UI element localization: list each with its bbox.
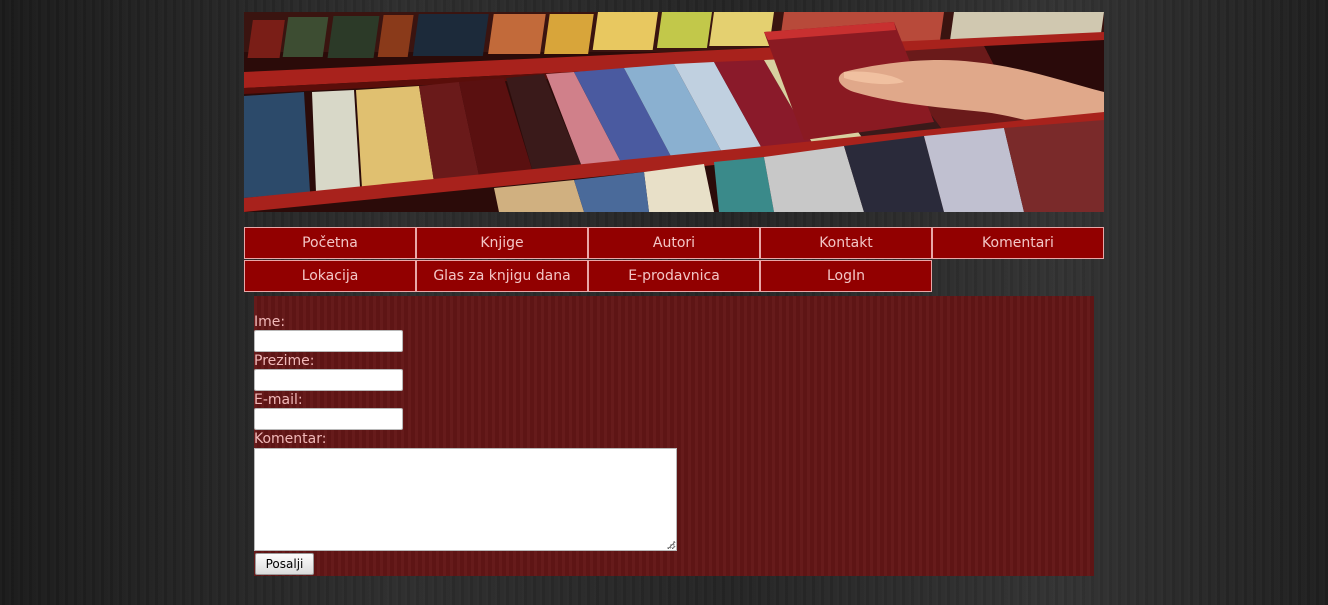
email-label: E-mail: [254, 392, 303, 408]
name-input[interactable] [254, 330, 403, 352]
comment-textarea[interactable] [254, 448, 677, 551]
email-input[interactable] [254, 408, 403, 430]
surname-input[interactable] [254, 369, 403, 391]
header-banner-image [244, 12, 1104, 212]
nav-item-komentari[interactable]: Komentari [932, 227, 1104, 259]
comment-label: Komentar: [254, 431, 327, 447]
nav-item-e-prodavnica[interactable]: E-prodavnica [588, 260, 760, 292]
name-label: Ime: [254, 314, 286, 330]
submit-button[interactable]: Posalji [255, 553, 314, 575]
surname-label: Prezime: [254, 353, 315, 369]
nav-item-lokacija[interactable]: Lokacija [244, 260, 416, 292]
nav-item-kontakt[interactable]: Kontakt [760, 227, 932, 259]
nav-item-pocetna[interactable]: Početna [244, 227, 416, 259]
nav-item-knjige[interactable]: Knjige [416, 227, 588, 259]
nav-item-autori[interactable]: Autori [588, 227, 760, 259]
nav-item-glas-za-knjigu-dana[interactable]: Glas za knjigu dana [416, 260, 588, 292]
nav-item-login[interactable]: LogIn [760, 260, 932, 292]
comment-form: Ime: Prezime: E-mail: Komentar: Posalji [254, 296, 1094, 576]
